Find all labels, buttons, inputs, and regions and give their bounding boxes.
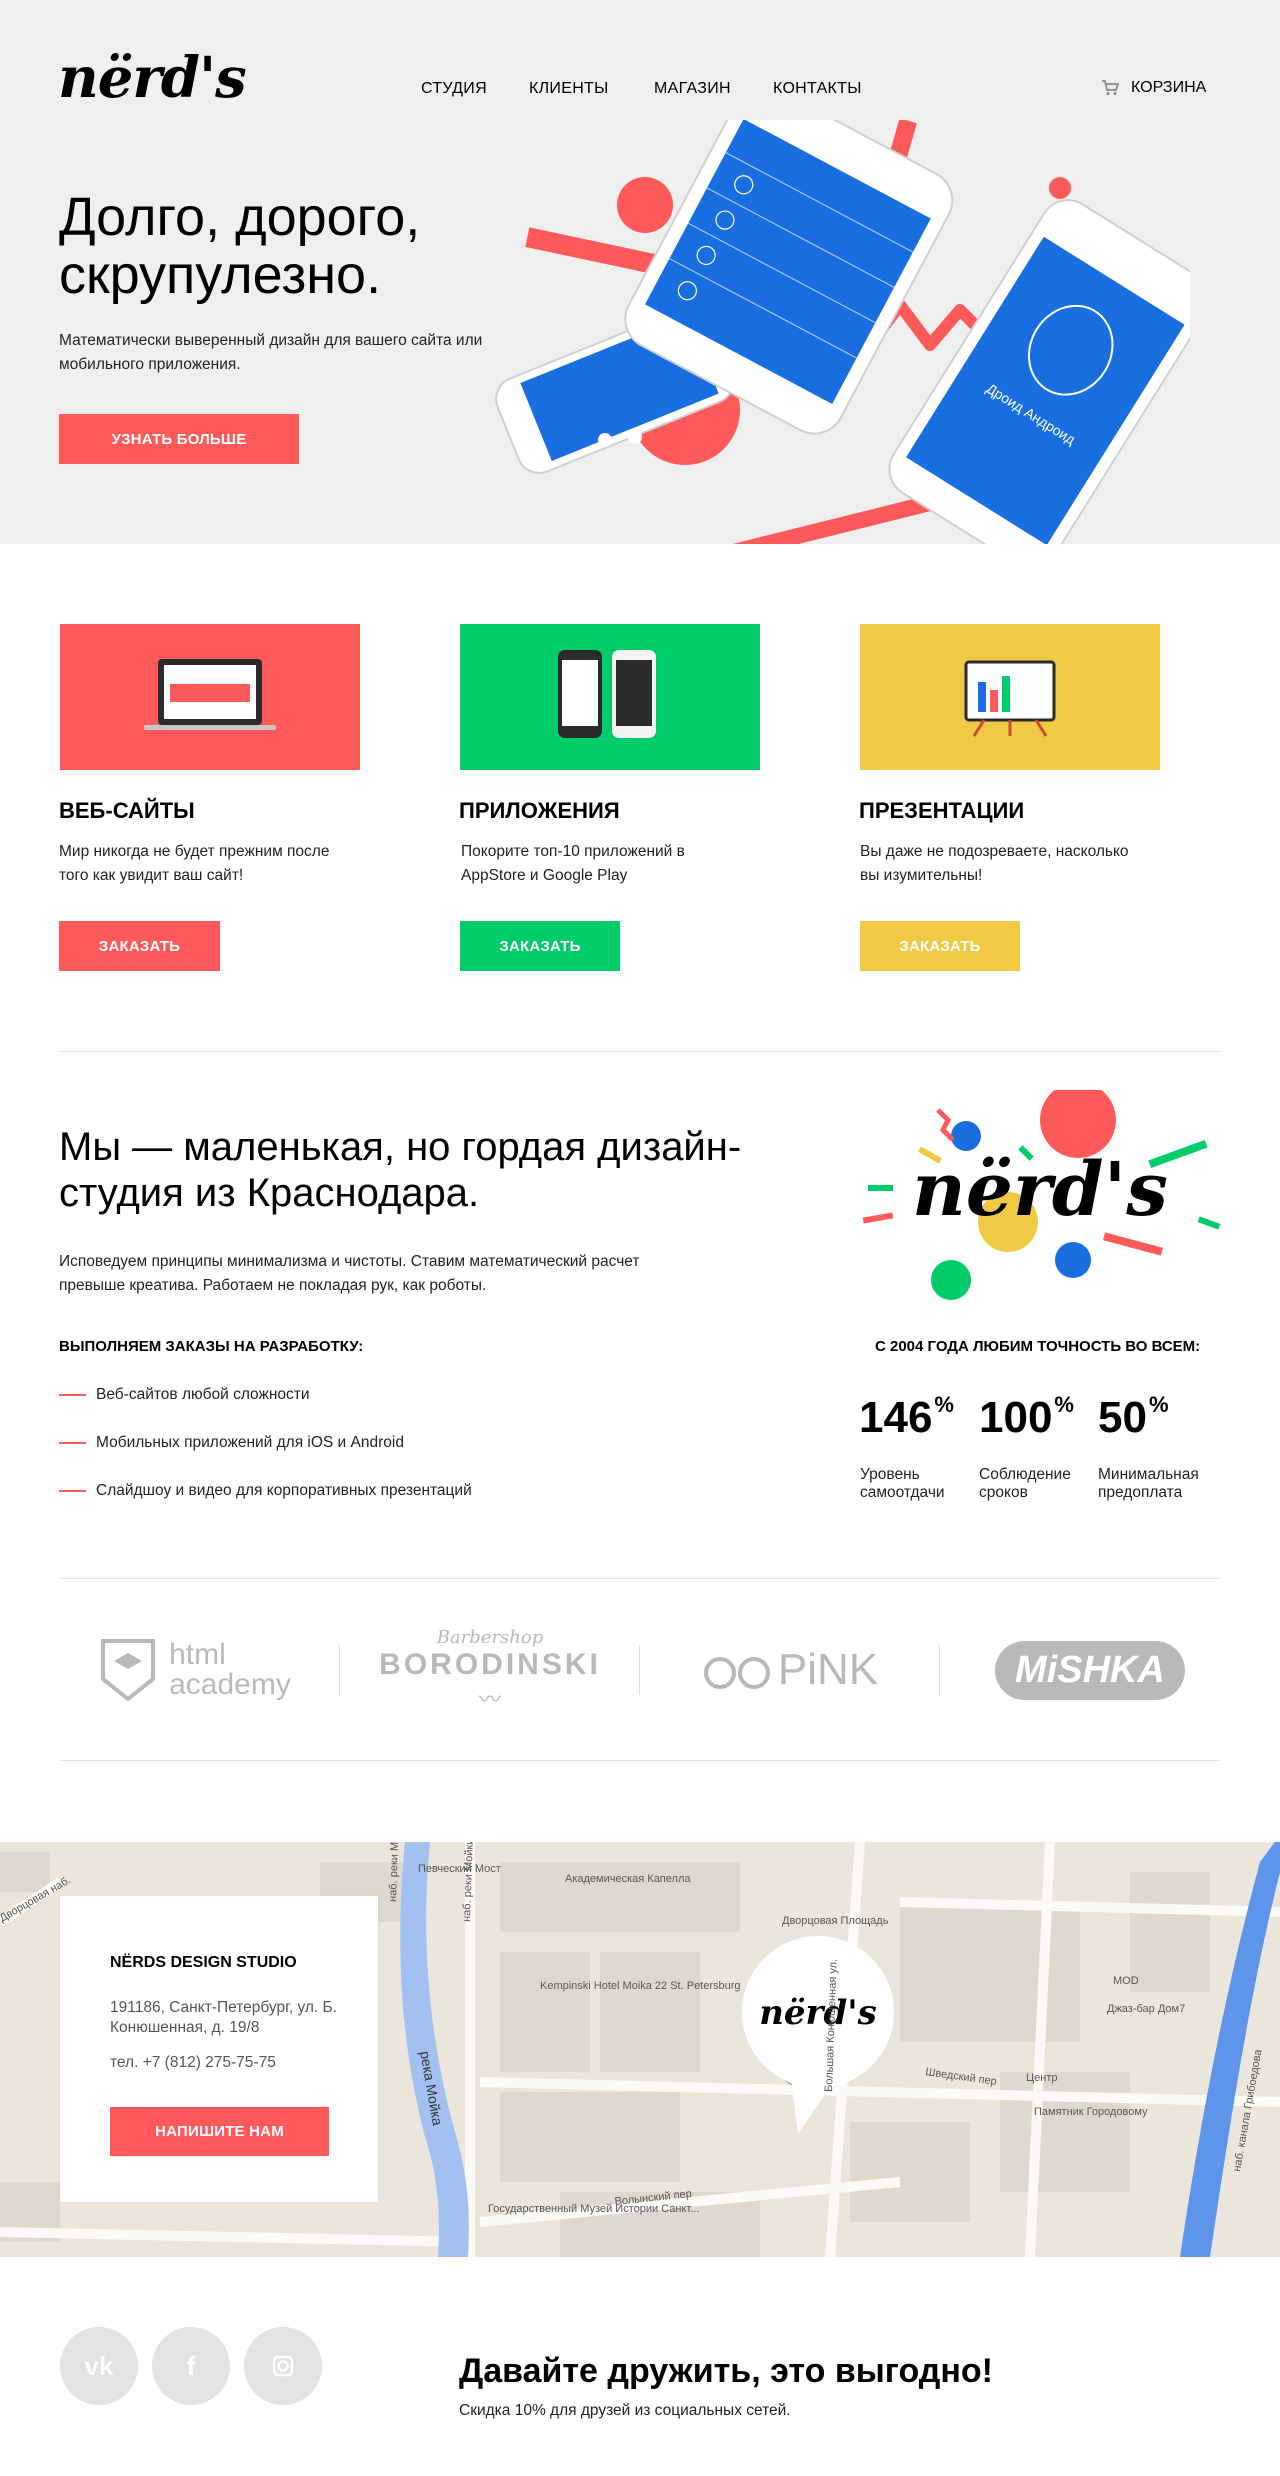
- stat-label: Минимальная предоплата: [1098, 1466, 1199, 1501]
- about-logo-illustration: nërd's: [862, 1090, 1221, 1300]
- facebook-icon[interactable]: f: [152, 2327, 230, 2405]
- about-text: Исповедуем принципы минимализма и чистот…: [59, 1253, 640, 1294]
- divider: [59, 1578, 1220, 1579]
- dash-icon: [59, 1394, 86, 1396]
- hero-section: nërd's СТУДИЯ КЛИЕНТЫ МАГАЗИН КОНТАКТЫ К…: [0, 0, 1280, 544]
- site-logo[interactable]: nërd's: [58, 50, 247, 106]
- presentation-board-icon: [964, 660, 1056, 737]
- hero-subtitle: Математически выверенный дизайн для ваше…: [59, 332, 483, 373]
- hero-illustration: Дроид Андроид: [495, 120, 1190, 544]
- stat-value: 100%: [979, 1392, 1074, 1442]
- cart-link[interactable]: КОРЗИНА: [1101, 79, 1206, 97]
- development-item: Веб-сайтов любой сложности: [59, 1386, 310, 1404]
- dash-icon: [59, 1442, 86, 1444]
- map-pin-logo: nërd's: [759, 1993, 877, 2033]
- glasses-icon: [703, 1657, 770, 1689]
- separator: [339, 1645, 340, 1695]
- development-item: Мобильных приложений для iOS и Android: [59, 1434, 404, 1452]
- stat-label: Соблюдение сроков: [979, 1466, 1071, 1501]
- partner-html-academy[interactable]: html academy: [80, 1620, 310, 1720]
- stat-value: 146%: [859, 1392, 954, 1442]
- dash-icon: [59, 1490, 86, 1492]
- service-presentations-text: Вы даже не подозреваете, насколько вы из…: [860, 843, 1129, 884]
- service-apps-image: [460, 624, 760, 770]
- contact-card: NËRDS DESIGN STUDIO 191186, Санкт-Петерб…: [60, 1896, 378, 2202]
- vk-icon[interactable]: vk: [60, 2327, 138, 2405]
- service-web-title: ВЕБ-САЙТЫ: [59, 798, 195, 823]
- contact-phone: тел. +7 (812) 275-75-75: [110, 2054, 276, 2071]
- partner-pink[interactable]: PiNK: [680, 1620, 900, 1720]
- mustache-icon: 〰: [478, 1686, 501, 1712]
- contact-address: 191186, Санкт-Петербург, ул. Б. Конюшенн…: [110, 1999, 338, 2036]
- stat-label: Уровень самоотдачи: [860, 1466, 945, 1501]
- phones-icon: [558, 650, 656, 738]
- stats-title: С 2004 ГОДА ЛЮБИМ ТОЧНОСТЬ ВО ВСЕМ:: [875, 1338, 1201, 1355]
- development-title: ВЫПОЛНЯЕМ ЗАКАЗЫ НА РАЗРАБОТКУ:: [59, 1338, 364, 1355]
- nav-contacts[interactable]: КОНТАКТЫ: [773, 80, 862, 98]
- nav-studio[interactable]: СТУДИЯ: [421, 80, 487, 98]
- html-academy-logo-icon: [101, 1639, 156, 1702]
- instagram-glyph: [272, 2355, 294, 2377]
- stat-value: 50%: [1098, 1392, 1169, 1442]
- service-web-image: [60, 624, 360, 770]
- footer-subtitle: Скидка 10% для друзей из социальных сете…: [459, 2402, 791, 2419]
- cart-label: КОРЗИНА: [1131, 79, 1207, 96]
- service-apps-title: ПРИЛОЖЕНИЯ: [459, 798, 620, 823]
- about-title: Мы — маленькая, но гордая дизайн-студия …: [59, 1125, 742, 1215]
- about-logo-text: nërd's: [912, 1147, 1168, 1233]
- development-item: Слайдшоу и видео для корпоративных презе…: [59, 1482, 472, 1500]
- map-label: MOD: [1113, 1975, 1139, 1987]
- map-label: Государственный Музей Истории Санкт...: [488, 2203, 699, 2215]
- map-label: Джаз-бар Дом7: [1107, 2003, 1185, 2015]
- map-label: Памятник Городовому: [1034, 2106, 1148, 2118]
- service-presentations-image: [860, 624, 1160, 770]
- partner-mishka[interactable]: MiSHKA: [990, 1620, 1190, 1720]
- service-presentations-title: ПРЕЗЕНТАЦИИ: [859, 798, 1025, 823]
- map-label: Певческий Мост: [418, 1863, 501, 1875]
- map-label: Kempinski Hotel Moika 22 St. Petersburg: [540, 1980, 741, 1992]
- contact-studio-name: NËRDS DESIGN STUDIO: [110, 1954, 297, 1971]
- cart-icon: [1102, 80, 1119, 95]
- nav-clients[interactable]: КЛИЕНТЫ: [529, 80, 609, 98]
- footer-title: Давайте дружить, это выгодно!: [459, 2352, 994, 2390]
- order-apps-button[interactable]: ЗАКАЗАТЬ: [460, 921, 620, 971]
- divider: [59, 1760, 1220, 1761]
- order-web-button[interactable]: ЗАКАЗАТЬ: [59, 921, 220, 971]
- service-apps-text: Покорите топ-10 приложений в AppStore и …: [461, 843, 685, 884]
- write-us-button[interactable]: НАПИШИТЕ НАМ: [110, 2107, 329, 2156]
- map-label: Центр: [1026, 2072, 1058, 2084]
- service-web-text: Мир никогда не будет прежним после того …: [59, 843, 330, 884]
- learn-more-button[interactable]: УЗНАТЬ БОЛЬШЕ: [59, 414, 299, 464]
- laptop-icon: [144, 659, 276, 730]
- map-label: Академическая Капелла: [565, 1873, 691, 1885]
- divider: [59, 1051, 1220, 1052]
- separator: [639, 1645, 640, 1695]
- nav-shop[interactable]: МАГАЗИН: [654, 80, 731, 98]
- separator: [939, 1645, 940, 1695]
- order-presentations-button[interactable]: ЗАКАЗАТЬ: [860, 921, 1020, 971]
- instagram-icon[interactable]: [244, 2327, 322, 2405]
- partner-borodinski[interactable]: Barbershop BORODINSKI 〰: [379, 1620, 600, 1720]
- map-label: Дворцовая Площадь: [782, 1915, 889, 1927]
